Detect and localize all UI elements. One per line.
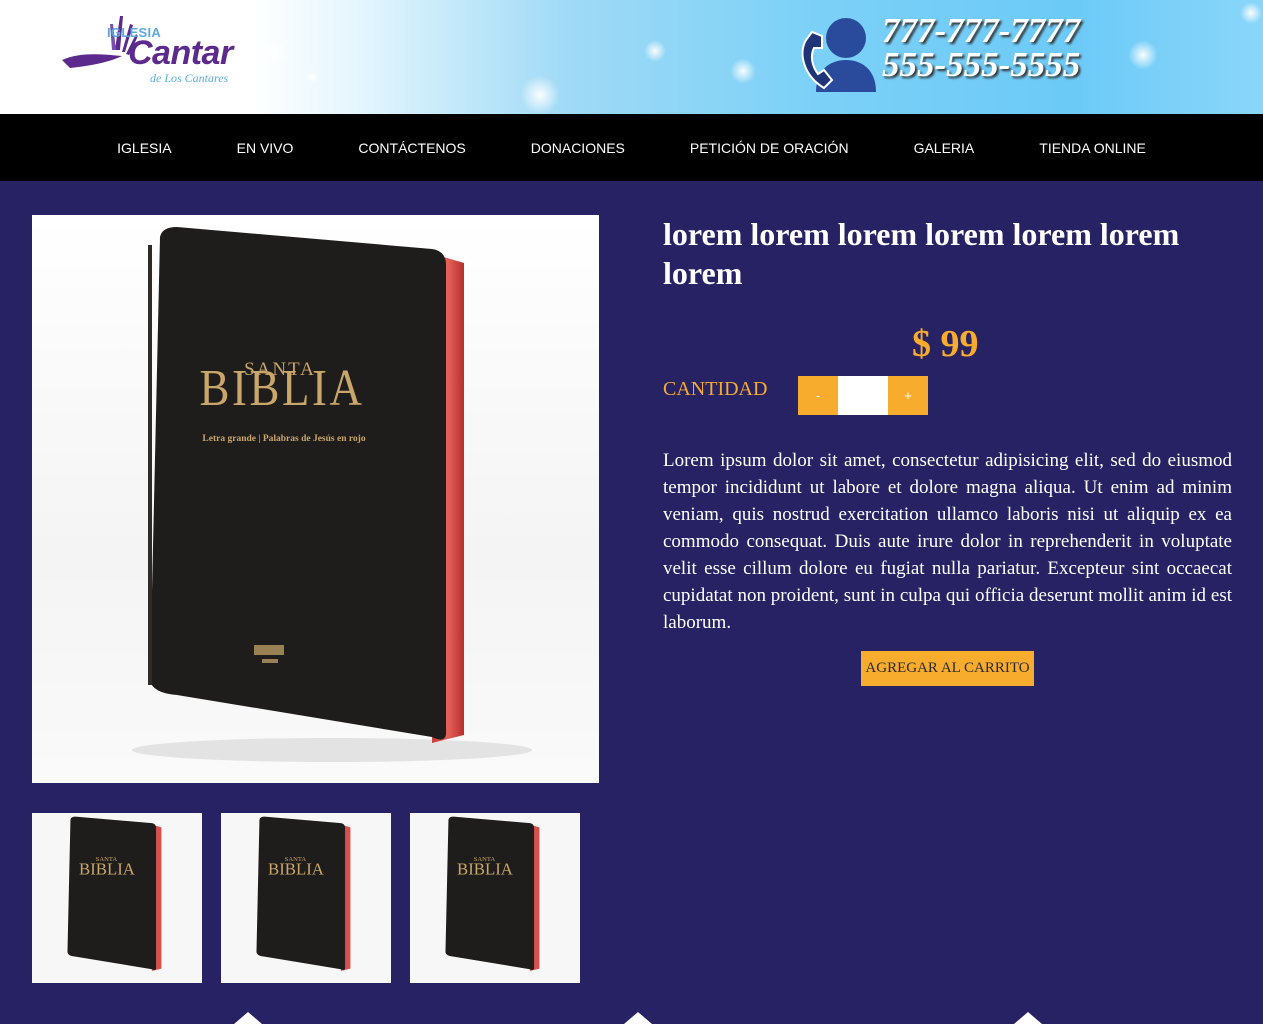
up-arrow-icon <box>234 1012 262 1024</box>
sparkle-decoration <box>1240 2 1262 24</box>
up-arrow-icon <box>624 1012 652 1024</box>
product-thumbnail[interactable]: SANTA BIBLIA <box>221 813 391 983</box>
logo-cantar-text: Cantar <box>128 34 233 72</box>
nav-item-galeria[interactable]: GALERIA <box>881 140 1007 156</box>
site-header: IGLESIA Cantar de Los Cantares 777-777-7… <box>0 0 1263 114</box>
bible-thumbnail-icon: SANTA BIBLIA <box>67 816 162 972</box>
thumb-biblia-text: BIBLIA <box>79 859 135 878</box>
cover-biblia-text: BIBLIA <box>200 360 365 417</box>
publisher-mark <box>254 645 284 655</box>
up-arrow-icon <box>1014 1012 1042 1024</box>
sparkle-decoration <box>730 58 756 84</box>
quantity-decrease-button[interactable]: - <box>798 376 838 415</box>
product-price: $ 99 <box>912 323 979 365</box>
sparkle-decoration <box>1128 40 1158 70</box>
sparkle-decoration <box>644 40 666 62</box>
publisher-mark <box>262 659 278 663</box>
phone-contact-icon <box>801 18 876 92</box>
nav-item-iglesia[interactable]: IGLESIA <box>85 140 204 156</box>
bible-thumbnail-icon: SANTA BIBLIA <box>445 816 540 972</box>
product-main-image[interactable]: SANTA BIBLIA Letra grande | Palabras de … <box>32 215 599 783</box>
product-thumbnail[interactable]: SANTA BIBLIA <box>32 813 202 983</box>
thumb-biblia-text: BIBLIA <box>457 859 513 878</box>
bible-book-image: SANTA BIBLIA Letra grande | Palabras de … <box>132 227 532 762</box>
phone-number-primary[interactable]: 777-777-7777 <box>882 13 1080 48</box>
thumb-biblia-text: BIBLIA <box>268 859 324 878</box>
sparkle-decoration <box>520 75 560 114</box>
phone-numbers: 777-777-7777 555-555-5555 <box>882 13 1080 82</box>
product-title: lorem lorem lorem lorem lorem lorem lore… <box>663 216 1180 291</box>
logo-sub-text: de Los Cantares <box>150 71 229 85</box>
quantity-label: CANTIDAD <box>663 378 768 400</box>
product-description: Lorem ipsum dolor sit amet, consectetur … <box>663 450 1232 633</box>
nav-item-donaciones[interactable]: DONACIONES <box>498 140 657 156</box>
add-to-cart-button[interactable]: AGREGAR AL CARRITO <box>861 651 1034 686</box>
nav-item-tienda-online[interactable]: TIENDA ONLINE <box>1007 140 1179 156</box>
sparkle-decoration <box>262 40 288 66</box>
nav-item-contactenos[interactable]: CONTÁCTENOS <box>326 140 498 156</box>
quantity-input[interactable] <box>838 376 888 415</box>
quantity-increase-button[interactable]: + <box>888 376 928 415</box>
cover-subtitle-text: Letra grande | Palabras de Jesús en rojo <box>202 434 365 444</box>
nav-item-en-vivo[interactable]: EN VIVO <box>204 140 326 156</box>
main-navigation: IGLESIA EN VIVO CONTÁCTENOS DONACIONES P… <box>0 114 1263 181</box>
bible-thumbnail-icon: SANTA BIBLIA <box>256 816 351 972</box>
sparkle-decoration <box>305 70 319 84</box>
phone-number-secondary[interactable]: 555-555-5555 <box>882 47 1080 82</box>
nav-item-peticion-de-oracion[interactable]: PETICIÓN DE ORACIÓN <box>657 140 881 156</box>
product-thumbnail[interactable]: SANTA BIBLIA <box>410 813 580 983</box>
